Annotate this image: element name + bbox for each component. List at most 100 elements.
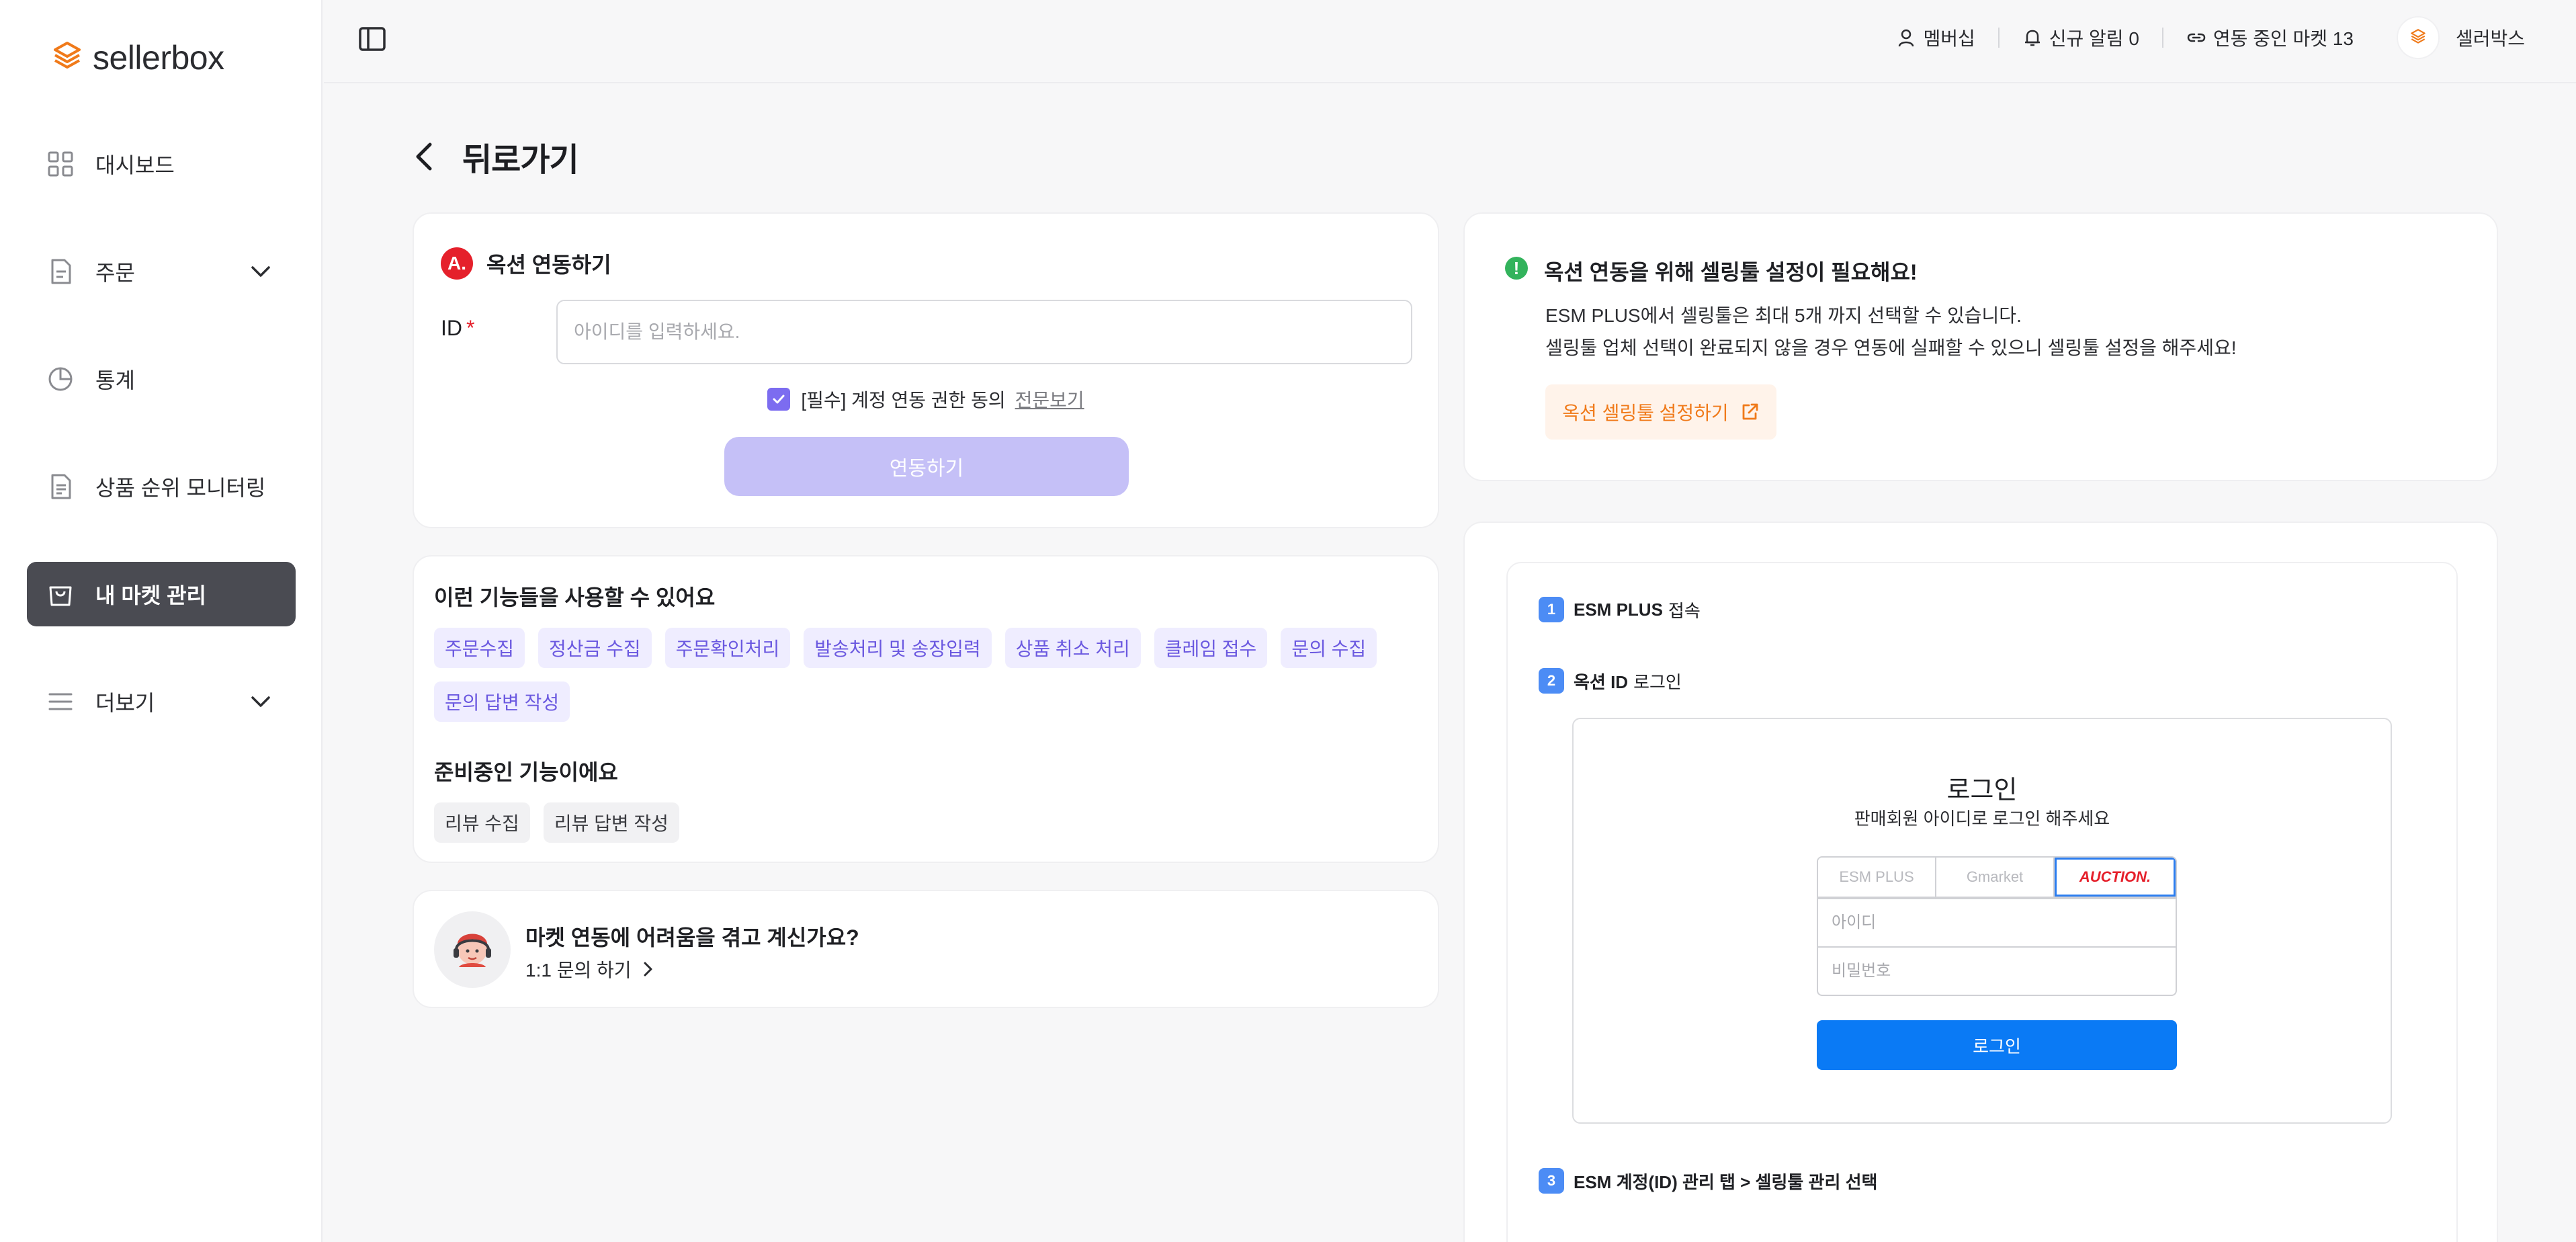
sidebar-item-dashboard[interactable]: 대시보드 — [27, 132, 296, 196]
agreement-row: [필수] 계정 연동 권한 동의 전문보기 — [414, 386, 1438, 413]
feature-tag: 클레임 접수 — [1154, 628, 1268, 668]
sidebar-item-label: 대시보드 — [95, 153, 175, 177]
step-number: 2 — [1539, 668, 1564, 694]
user-name[interactable]: 셀러박스 — [2456, 24, 2525, 51]
login-id-input[interactable] — [1817, 898, 2177, 948]
notice-line: 셀링툴 업체 선택이 완료되지 않을 경우 연동에 실패할 수 있으니 셀링툴 … — [1545, 337, 2237, 358]
available-features-title: 이런 기능들을 사용할 수 있어요 — [434, 585, 716, 610]
alert-icon: ! — [1505, 257, 1528, 280]
sellerbox-logo-icon — [54, 42, 81, 69]
sidebar-toggle-icon[interactable] — [357, 24, 387, 54]
guide-step: 3 ESM 계정(ID) 관리 탭 > 셀링툴 관리 선택 — [1539, 1168, 1883, 1194]
upcoming-features-title: 준비중인 기능이에요 — [434, 760, 618, 784]
agreement-text: [필수] 계정 연동 권한 동의 — [801, 390, 1006, 411]
notifications-link[interactable]: 신규 알림 0 — [2022, 24, 2139, 51]
sellerbox-logo-icon — [2411, 29, 2425, 44]
sidebar-item-product-ranking[interactable]: 상품 순위 모니터링 — [27, 454, 296, 519]
sidebar-item-label: 주문 — [95, 261, 135, 285]
step-bold: ESM PLUS — [1574, 599, 1663, 620]
feature-tag: 리뷰 수집 — [434, 802, 530, 843]
app-root: sellerbox 대시보드 주문 통계 상품 순위 모니터링 내 마켓 관리 … — [0, 0, 2576, 1242]
inquiry-link-text: 1:1 문의 하기 — [525, 960, 632, 981]
user-icon — [1899, 29, 1914, 47]
id-label: ID * — [441, 316, 474, 341]
notice-title: 옥션 연동을 위해 셀링툴 설정이 필요해요! — [1544, 260, 1918, 284]
shopping-bag-icon — [47, 581, 74, 608]
feature-tag: 상품 취소 처리 — [1004, 628, 1141, 668]
guide-step: 1 ESM PLUS 접속 — [1539, 597, 1701, 622]
feature-tag: 주문확인처리 — [664, 628, 791, 668]
feature-tag: 발송처리 및 송장입력 — [804, 628, 992, 668]
sidebar: sellerbox 대시보드 주문 통계 상품 순위 모니터링 내 마켓 관리 … — [0, 0, 323, 1242]
chevron-down-icon[interactable] — [249, 259, 273, 284]
required-mark: * — [466, 316, 475, 340]
inquiry-link[interactable]: 1:1 문의 하기 — [525, 956, 656, 983]
upcoming-features-list: 리뷰 수집 리뷰 답변 작성 — [434, 802, 1415, 856]
document-icon — [47, 258, 74, 285]
membership-label: 멤버십 — [1923, 28, 1975, 49]
step-bold: ESM 계정(ID) 관리 탭 > 셀링툴 관리 선택 — [1574, 1171, 1878, 1192]
sidebar-item-my-markets[interactable]: 내 마켓 관리 — [27, 562, 296, 626]
help-card: 마켓 연동에 어려움을 겪고 계신가요? 1:1 문의 하기 — [413, 890, 1439, 1008]
avatar[interactable] — [2396, 16, 2440, 59]
id-input[interactable] — [556, 300, 1412, 364]
external-link-icon — [1742, 403, 1758, 420]
feature-tag: 리뷰 답변 작성 — [543, 802, 679, 843]
sidebar-nav: 대시보드 주문 통계 상품 순위 모니터링 내 마켓 관리 더보기 — [27, 132, 296, 777]
feature-tag: 주문수집 — [434, 628, 525, 668]
step-text: 로그인 — [1633, 671, 1682, 692]
login-password-input[interactable] — [1817, 946, 2177, 996]
page-title: 뒤로가기 — [462, 142, 579, 178]
feature-tag: 정산금 수집 — [538, 628, 652, 668]
agreement-checkbox[interactable] — [767, 388, 791, 411]
agreement-detail-link[interactable]: 전문보기 — [1015, 386, 1084, 413]
connect-card: A. 옥션 연동하기 ID* [필수] 계정 연동 권한 동의 전문보기 연동하… — [413, 212, 1439, 528]
sidebar-item-label: 더보기 — [95, 691, 155, 715]
features-card: 이런 기능들을 사용할 수 있어요 주문수집 정산금 수집 주문확인처리 발송처… — [413, 555, 1439, 863]
connect-button[interactable]: 연동하기 — [724, 437, 1129, 496]
id-label-text: ID — [441, 316, 462, 340]
guide-steps-card: 1 ESM PLUS 접속 2 옥션 ID 로그인 로그인 판매회원 아이디로 … — [1463, 522, 2498, 1242]
logo[interactable]: sellerbox — [52, 36, 224, 79]
step-number: 3 — [1539, 1168, 1564, 1194]
membership-link[interactable]: 멤버십 — [1896, 24, 1975, 51]
login-button[interactable]: 로그인 — [1817, 1020, 2177, 1070]
menu-icon — [47, 688, 74, 715]
setting-button-label: 옥션 셀링툴 설정하기 — [1562, 403, 1729, 423]
login-preview: 로그인 판매회원 아이디로 로그인 해주세요 ESM PLUS Gmarket … — [1572, 718, 2392, 1124]
help-title: 마켓 연동에 어려움을 겪고 계신가요? — [525, 925, 859, 950]
linked-markets-label: 연동 중인 마켓 13 — [2213, 28, 2354, 49]
logo-text: sellerbox — [93, 39, 224, 77]
link-icon — [2187, 33, 2206, 42]
back-button[interactable]: 뒤로가기 — [411, 133, 579, 180]
header-actions: 멤버십 신규 알림 0 연동 중인 마켓 13 셀러박스 — [1896, 16, 2525, 59]
tab-gmarket[interactable]: Gmarket — [1936, 858, 2055, 897]
sidebar-item-orders[interactable]: 주문 — [27, 239, 296, 304]
sidebar-item-label: 통계 — [95, 368, 135, 392]
notifications-label: 신규 알림 0 — [2049, 28, 2139, 49]
selling-tool-notice-card: ! 옥션 연동을 위해 셀링툴 설정이 필요해요! ESM PLUS에서 셀링툴… — [1463, 212, 2498, 481]
tab-auction[interactable]: AUCTION. — [2055, 858, 2176, 897]
login-preview-subtitle: 판매회원 아이디로 로그인 해주세요 — [1854, 809, 2110, 829]
auction-logo-icon: A. — [441, 247, 473, 280]
connect-title: A. 옥션 연동하기 — [441, 247, 611, 280]
feature-tag: 문의 수집 — [1281, 628, 1377, 668]
top-header: 멤버십 신규 알림 0 연동 중인 마켓 13 셀러박스 — [324, 0, 2576, 83]
selling-tool-setting-button[interactable]: 옥션 셀링툴 설정하기 — [1545, 384, 1776, 440]
header-divider — [1998, 28, 2000, 48]
chevron-down-icon[interactable] — [249, 690, 273, 714]
login-tabs: ESM PLUS Gmarket AUCTION. — [1817, 856, 2177, 898]
sidebar-item-statistics[interactable]: 통계 — [27, 347, 296, 411]
sidebar-item-more[interactable]: 더보기 — [27, 669, 296, 734]
file-list-icon — [47, 473, 74, 500]
grid-icon — [47, 151, 74, 177]
header-divider — [2161, 28, 2163, 48]
feature-tag: 문의 답변 작성 — [434, 681, 570, 722]
step-text: 접속 — [1668, 600, 1701, 621]
notice-line: ESM PLUS에서 셀링툴은 최대 5개 까지 선택할 수 있습니다. — [1545, 305, 2022, 326]
tab-esm-plus[interactable]: ESM PLUS — [1818, 858, 1936, 897]
chevron-left-icon — [416, 142, 432, 171]
linked-markets-link[interactable]: 연동 중인 마켓 13 — [2186, 24, 2354, 51]
check-icon — [773, 395, 785, 404]
step-bold: 옥션 ID — [1574, 671, 1629, 692]
